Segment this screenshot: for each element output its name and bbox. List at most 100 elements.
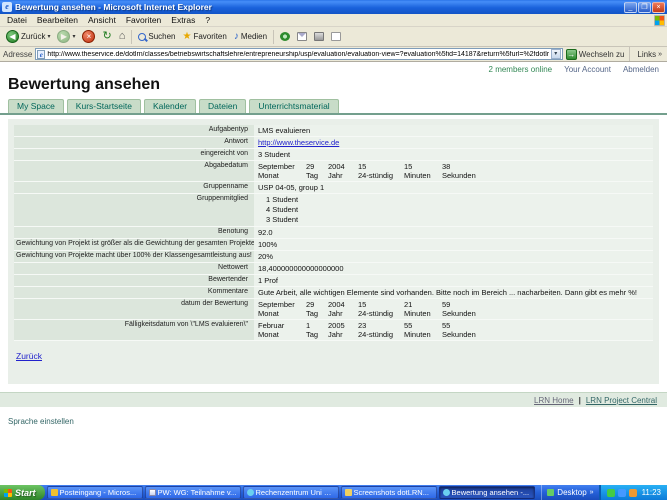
- refresh-button[interactable]: ↻: [99, 28, 114, 45]
- mail-icon: [149, 489, 156, 496]
- field-label: eingereicht von: [14, 149, 254, 160]
- media-label: Medien: [241, 32, 267, 41]
- desktop-toolbar-label: Desktop: [557, 488, 586, 497]
- tab-dateien[interactable]: Dateien: [199, 99, 246, 113]
- taskbar-task[interactable]: Screenshots dotLRN...: [341, 486, 437, 499]
- go-label: Wechseln zu: [579, 50, 625, 59]
- print-button[interactable]: [311, 28, 327, 45]
- history-button[interactable]: [277, 28, 293, 45]
- menu-hilfe[interactable]: ?: [200, 15, 215, 25]
- address-input[interactable]: e http://www.theservice.de/dotlrn/classe…: [35, 48, 562, 60]
- form-row: datum der BewertungSeptember292004152159…: [14, 299, 653, 320]
- field-value: Februar12005235555MonatTagJahr24-stündig…: [254, 320, 653, 340]
- desktop-chevron-icon: »: [590, 489, 594, 496]
- task-label: Posteingang - Micros...: [60, 488, 137, 497]
- taskbar-clock: 11:23: [642, 488, 661, 497]
- field-value: 1 Student4 Student3 Student: [254, 194, 653, 226]
- go-arrow-icon: →: [566, 49, 577, 60]
- field-label: Abgabedatum: [14, 161, 254, 181]
- security-icon[interactable]: [607, 489, 615, 497]
- menu-favoriten[interactable]: Favoriten: [121, 15, 166, 25]
- mail-icon: [297, 32, 307, 41]
- window-title: Bewertung ansehen - Microsoft Internet E…: [15, 2, 621, 12]
- back-button[interactable]: ◀ Zurück ▾: [3, 28, 53, 45]
- history-icon: [280, 32, 290, 41]
- menu-bearbeiten[interactable]: Bearbeiten: [32, 15, 83, 25]
- field-label: Nettowert: [14, 263, 254, 274]
- taskbar-task[interactable]: Bewertung ansehen -...: [439, 486, 535, 499]
- address-bar: Adresse e http://www.theservice.de/dotlr…: [0, 47, 667, 62]
- taskbar-task[interactable]: Rechenzentrum Uni K...: [243, 486, 339, 499]
- page-icon: e: [37, 50, 45, 59]
- your-account-link[interactable]: Your Account: [564, 65, 611, 74]
- field-value: 3 Student: [254, 149, 653, 160]
- lrn-home-link[interactable]: LRN Home: [534, 396, 574, 405]
- links-label: Links: [637, 50, 656, 59]
- maximize-button[interactable]: ❐: [638, 2, 651, 13]
- address-dropdown[interactable]: ▾: [551, 49, 561, 59]
- form-row: Gruppenmitglied1 Student4 Student3 Stude…: [14, 194, 653, 227]
- search-label: Suchen: [148, 32, 175, 41]
- network-icon[interactable]: [618, 489, 626, 497]
- address-label: Adresse: [3, 50, 32, 59]
- taskbar-task[interactable]: PW: WG: Teilnahme v...: [145, 486, 241, 499]
- ie-icon: [247, 489, 254, 496]
- tab-unterrichtsmaterial[interactable]: Unterrichtsmaterial: [249, 99, 338, 113]
- tab-bar: My Space Kurs-Startseite Kalender Dateie…: [0, 99, 667, 115]
- task-label: Bewertung ansehen -...: [452, 488, 530, 497]
- field-label: datum der Bewertung: [14, 299, 254, 319]
- minimize-button[interactable]: _: [624, 2, 637, 13]
- field-value: USP 04-05, group 1: [254, 182, 653, 193]
- evaluation-table: AufgabentypLMS evaluierenAntworthttp://w…: [14, 125, 653, 341]
- print-icon: [314, 32, 324, 41]
- media-icon: ♪: [234, 31, 239, 43]
- edit-button[interactable]: [328, 28, 344, 45]
- tab-kurs-startseite[interactable]: Kurs-Startseite: [67, 99, 141, 113]
- mail-button[interactable]: [294, 28, 310, 45]
- taskbar-task[interactable]: Posteingang - Micros...: [47, 486, 143, 499]
- field-value: September292004151538MonatTagJahr24-stün…: [254, 161, 653, 181]
- language-link[interactable]: Sprache einstellen: [8, 417, 74, 426]
- forward-button[interactable]: ▶ ▾: [54, 28, 78, 45]
- answer-link[interactable]: http://www.theservice.de: [258, 138, 339, 147]
- footer-separator: |: [579, 396, 581, 405]
- user-bar: 2 members online Your Account Abmelden: [0, 62, 667, 74]
- tab-kalender[interactable]: Kalender: [144, 99, 196, 113]
- search-icon: [138, 33, 146, 41]
- group-member: 3 Student: [258, 215, 649, 225]
- search-button[interactable]: Suchen: [135, 28, 178, 45]
- links-toolbar[interactable]: Links »: [635, 50, 664, 59]
- field-label: Fälligkeitsdatum von \"LMS evaluieren\": [14, 320, 254, 340]
- system-tray: 11:23: [599, 485, 667, 500]
- volume-icon[interactable]: [629, 489, 637, 497]
- menu-datei[interactable]: Datei: [2, 15, 32, 25]
- tab-my-space[interactable]: My Space: [8, 99, 64, 113]
- evaluation-panel: AufgabentypLMS evaluierenAntworthttp://w…: [8, 119, 659, 384]
- field-value: 100%: [254, 239, 653, 250]
- menu-ansicht[interactable]: Ansicht: [83, 15, 121, 25]
- task-label: Rechenzentrum Uni K...: [256, 488, 335, 497]
- desktop-toolbar[interactable]: Desktop »: [541, 485, 598, 500]
- start-button[interactable]: Start: [0, 485, 45, 500]
- back-link[interactable]: Zurück: [16, 351, 42, 361]
- field-label: Kommentare: [14, 287, 254, 298]
- form-row: eingereicht von3 Student: [14, 149, 653, 161]
- logout-link[interactable]: Abmelden: [623, 65, 659, 74]
- media-button[interactable]: ♪ Medien: [231, 28, 270, 45]
- lrn-project-central-link[interactable]: LRN Project Central: [586, 396, 657, 405]
- forward-dropdown-icon: ▾: [72, 33, 75, 40]
- favorites-button[interactable]: ★ Favoriten: [180, 28, 230, 45]
- close-button[interactable]: ×: [652, 2, 665, 13]
- field-label: Aufgabentyp: [14, 125, 254, 136]
- back-icon: ◀: [6, 30, 19, 43]
- date-values: Februar12005235555: [258, 321, 649, 330]
- go-button[interactable]: → Wechseln zu: [566, 49, 625, 60]
- form-row: AbgabedatumSeptember292004151538MonatTag…: [14, 161, 653, 182]
- toolbar-separator: [131, 30, 132, 44]
- stop-button[interactable]: ×: [79, 28, 98, 45]
- menu-extras[interactable]: Extras: [166, 15, 200, 25]
- date-units: MonatTagJahr24-stündigMinutenSekunden: [258, 309, 649, 318]
- form-row: GruppennameUSP 04-05, group 1: [14, 182, 653, 194]
- home-button[interactable]: ⌂: [116, 28, 129, 45]
- ie-toolbar: ◀ Zurück ▾ ▶ ▾ × ↻ ⌂ Suchen ★ Favoriten …: [0, 27, 667, 47]
